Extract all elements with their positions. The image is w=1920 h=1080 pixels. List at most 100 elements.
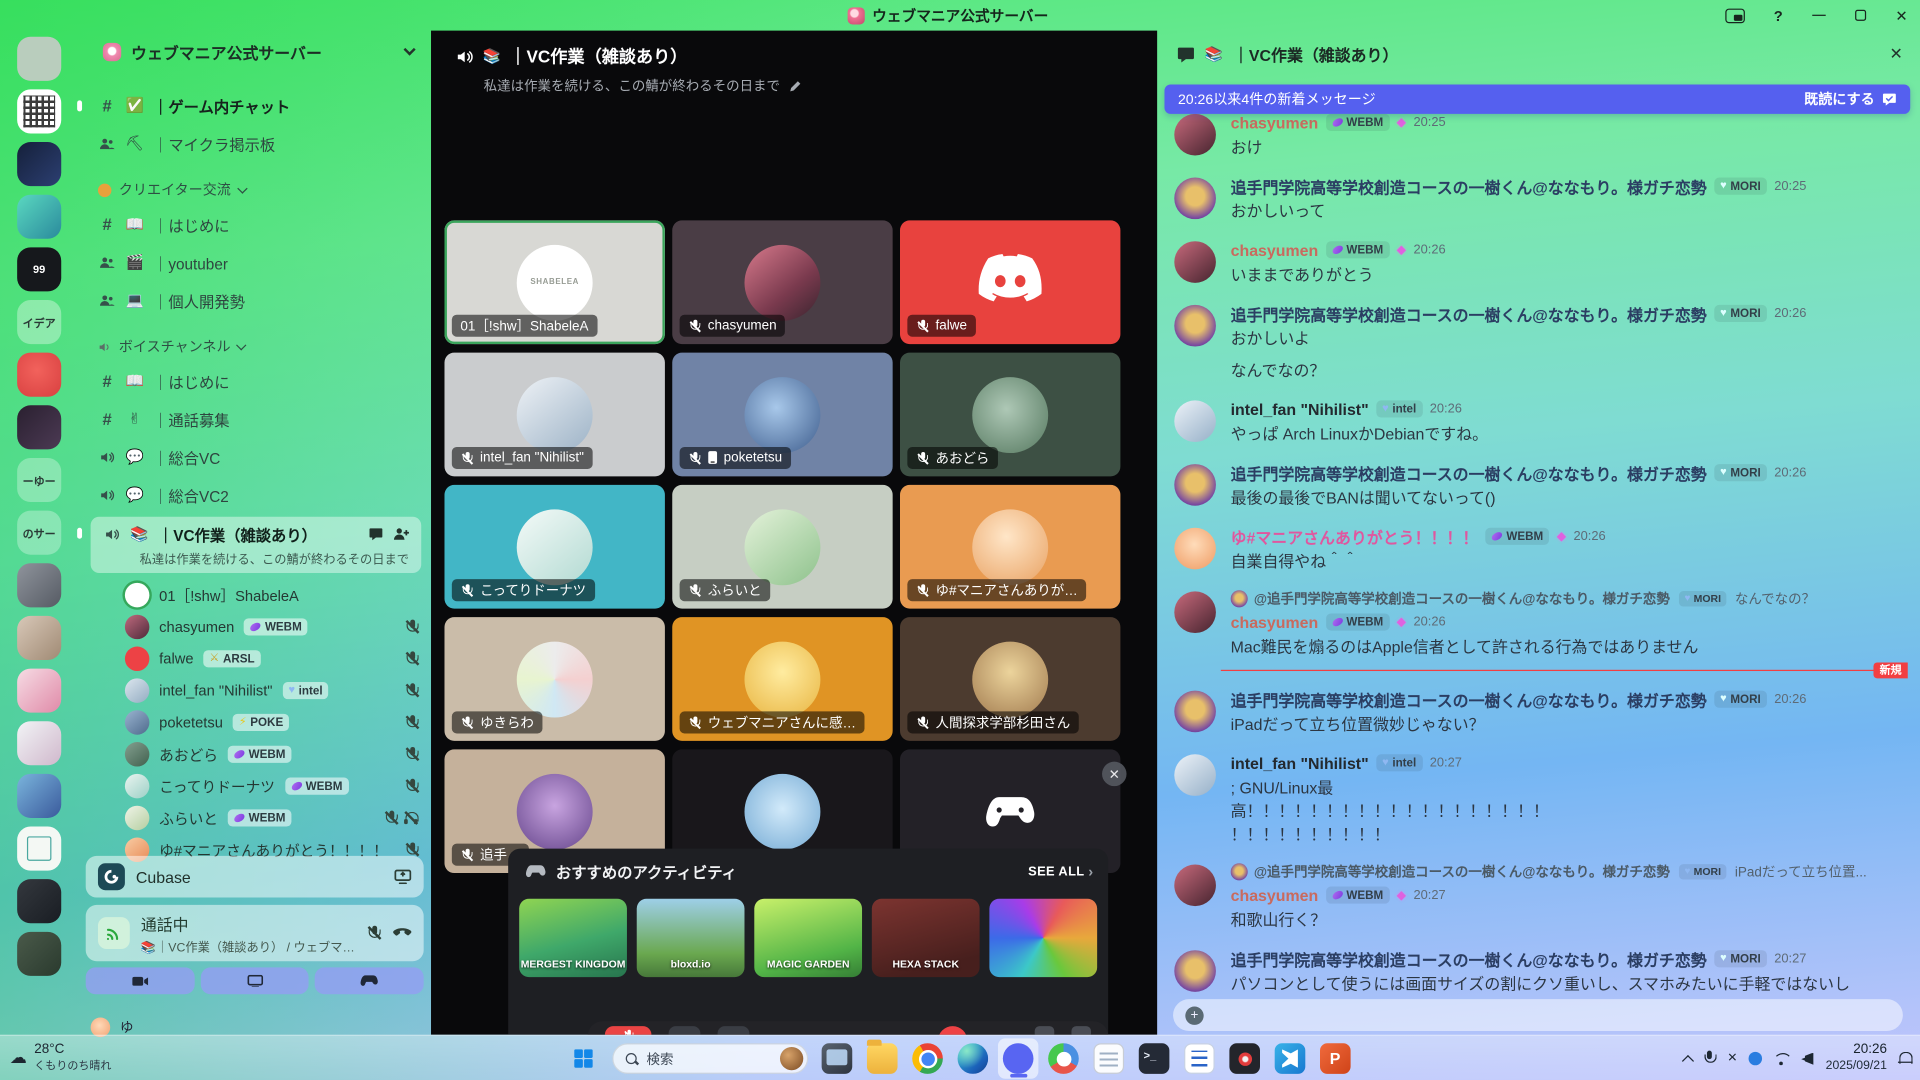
avatar[interactable] [1174, 950, 1216, 992]
taskbar-app[interactable] [817, 1038, 857, 1078]
video-tile[interactable]: ウェブマニアさんに感… [672, 617, 892, 741]
stream-icon[interactable] [394, 869, 411, 884]
taskbar-app[interactable] [1134, 1038, 1174, 1078]
channel-item[interactable]: 📚 ｜VC作業（雑談あり） 私達は作業を続ける、この鯖が終わるその日まで [91, 517, 422, 573]
game-thumb[interactable]: bloxd.io [637, 899, 745, 977]
message[interactable]: 追手門学院高等学校創造コースの一樹くん@ななもり。様ガチ恋勢 MORI 20:2… [1174, 948, 1907, 996]
video-tile[interactable]: あおどら [900, 353, 1120, 477]
video-tile[interactable]: chasyumen [672, 220, 892, 344]
avatar[interactable] [1174, 178, 1216, 220]
rail-server-icon[interactable] [17, 353, 61, 397]
fullscreen-icon[interactable] [1071, 1026, 1091, 1035]
expand-icon[interactable] [1035, 1026, 1055, 1035]
rail-server-icon[interactable] [17, 563, 61, 607]
mic-toggle-button[interactable] [605, 1026, 652, 1035]
camera-button[interactable] [86, 967, 195, 994]
channel-row[interactable]: # 📖 ｜はじめに [91, 365, 422, 397]
screen-share-toggle-button[interactable] [718, 1026, 750, 1035]
search-box[interactable]: 検索 [612, 1043, 808, 1074]
rail-server-icon[interactable] [17, 721, 61, 765]
video-tile[interactable]: ゆきらわ [444, 617, 664, 741]
voice-participant[interactable]: あおどら WEBM [78, 738, 431, 770]
channel-item[interactable]: 💻 ｜個人開発勢 [91, 284, 422, 316]
rail-server-icon[interactable]: ーゆー [17, 458, 61, 502]
voice-participant[interactable]: poketetsu POKE [78, 707, 431, 739]
channel-item[interactable]: ボイスチャンネル [91, 333, 422, 360]
author-name[interactable]: chasyumen [1231, 886, 1319, 904]
message[interactable]: 追手門学院高等学校創造コースの一樹くん@ななもり。様ガチ恋勢 MORI 20:2… [1174, 175, 1907, 223]
copilot-icon[interactable] [780, 1047, 803, 1070]
voice-participant[interactable]: ふらいと WEBM [78, 802, 431, 834]
avatar[interactable] [1174, 241, 1216, 283]
channel-row[interactable]: 🎬 ｜youtuber [91, 246, 422, 278]
author-name[interactable]: intel_fan "Nihilist" [1231, 400, 1369, 418]
attach-plus-icon[interactable]: + [1185, 1006, 1203, 1024]
channel-item[interactable]: 💬 ｜総合VC2 [91, 479, 422, 511]
game-thumb[interactable] [989, 899, 1097, 977]
channel-row[interactable]: ⛏ ｜マイクラ掲示板 [91, 127, 422, 159]
author-name[interactable]: chasyumen [1231, 241, 1319, 259]
video-tile[interactable]: intel_fan "Nihilist" [444, 353, 664, 477]
close-shelf-icon[interactable]: ✕ [1102, 762, 1126, 786]
rail-server-icon[interactable] [17, 669, 61, 713]
taskbar-app[interactable] [1224, 1038, 1264, 1078]
channel-item[interactable]: クリエイター交流 [91, 176, 422, 203]
rail-server-icon[interactable] [17, 879, 61, 923]
author-name[interactable]: chasyumen [1231, 613, 1319, 631]
rail-server-icon[interactable] [17, 405, 61, 449]
author-name[interactable]: 追手門学院高等学校創造コースの一樹くん@ななもり。様ガチ恋勢 [1231, 688, 1707, 711]
channel-row[interactable]: 📚 ｜VC作業（雑談あり） [96, 520, 417, 547]
screen-share-button[interactable] [200, 967, 309, 994]
camera-toggle-button[interactable] [669, 1026, 701, 1035]
minimize-button[interactable] [1812, 14, 1825, 16]
message[interactable]: 追手門学院高等学校創造コースの一樹くん@ななもり。様ガチ恋勢 MORI 20:2… [1174, 302, 1907, 382]
rail-server-icon[interactable] [17, 142, 61, 186]
tray-mic-icon[interactable] [1703, 1051, 1716, 1067]
close-chat-icon[interactable]: ✕ [1890, 44, 1903, 64]
channel-row[interactable]: # ✌ ｜通話募集 [91, 403, 422, 435]
new-messages-banner[interactable]: 20:26以来4件の新着メッセージ 既読にする [1164, 84, 1910, 113]
channel-row[interactable]: # ✅ ｜ゲーム内チャット [91, 89, 422, 121]
rail-server-icon[interactable] [17, 89, 61, 133]
voice-participant[interactable]: こってりドーナツ WEBM [78, 770, 431, 802]
tray-close-icon[interactable]: ✕ [1727, 1052, 1737, 1065]
weather-widget[interactable]: ☁ 28°C くもりのち晴れ [10, 1042, 112, 1073]
author-name[interactable]: intel_fan "Nihilist" [1231, 754, 1369, 772]
tray-blue-app-icon[interactable] [1748, 1052, 1761, 1065]
rail-server-icon[interactable] [17, 616, 61, 660]
avatar[interactable] [1174, 400, 1216, 442]
taskbar-app[interactable] [998, 1038, 1038, 1078]
tray-overflow-chevron[interactable] [1681, 1055, 1693, 1067]
reply-reference[interactable]: @追手門学院高等学校創造コースの一樹くん@ななもり。様ガチ恋勢 MORI なんで… [1231, 589, 1908, 609]
video-tile[interactable]: ゆ#マニアさんありが… [900, 485, 1120, 609]
voice-participant[interactable]: chasyumen WEBM [78, 611, 431, 643]
author-name[interactable]: ゆ#マニアさんありがとう！！！！ [1231, 525, 1479, 548]
taskbar-clock[interactable]: 20:26 2025/09/21 [1826, 1043, 1887, 1075]
message-input[interactable]: + [1173, 999, 1903, 1031]
channel-row[interactable]: クリエイター交流 [91, 176, 422, 203]
channel-row[interactable]: 💻 ｜個人開発勢 [91, 284, 422, 316]
disconnect-button[interactable] [938, 1026, 967, 1035]
taskbar-app[interactable] [1043, 1038, 1083, 1078]
video-tile[interactable]: poketetsu [672, 353, 892, 477]
picture-in-picture-icon[interactable] [1725, 8, 1745, 23]
video-tile[interactable]: falwe [900, 220, 1120, 344]
rail-server-icon[interactable] [17, 774, 61, 818]
volume-icon[interactable] [1801, 1052, 1814, 1064]
channel-item[interactable]: ⛏ ｜マイクラ掲示板 [91, 127, 422, 159]
see-all-link[interactable]: SEE ALL› [1028, 863, 1093, 880]
help-icon[interactable]: ? [1774, 8, 1783, 23]
maximize-button[interactable] [1855, 10, 1866, 21]
game-thumb[interactable]: HEXA STACK [872, 899, 980, 977]
game-thumb[interactable]: MAGIC GARDEN [754, 899, 862, 977]
video-tile[interactable]: SHABELEA 01［!shw］ShabeleA [444, 220, 664, 344]
wifi-icon[interactable] [1773, 1052, 1790, 1064]
rail-server-icon[interactable] [17, 195, 61, 239]
game-thumb[interactable]: MERGEST KINGDOM [519, 899, 627, 977]
notification-bell-icon[interactable] [1898, 1051, 1913, 1066]
channel-row[interactable]: 💬 ｜総合VC2 [91, 479, 422, 511]
voice-participant[interactable]: intel_fan "Nihilist" intel [78, 675, 431, 707]
message[interactable]: intel_fan "Nihilist" intel 20:26 やっぱ Arc… [1174, 398, 1907, 446]
voice-participant[interactable]: 01［!shw］ShabeleA [78, 579, 431, 611]
channel-item[interactable]: # 📖 ｜はじめに [91, 365, 422, 397]
